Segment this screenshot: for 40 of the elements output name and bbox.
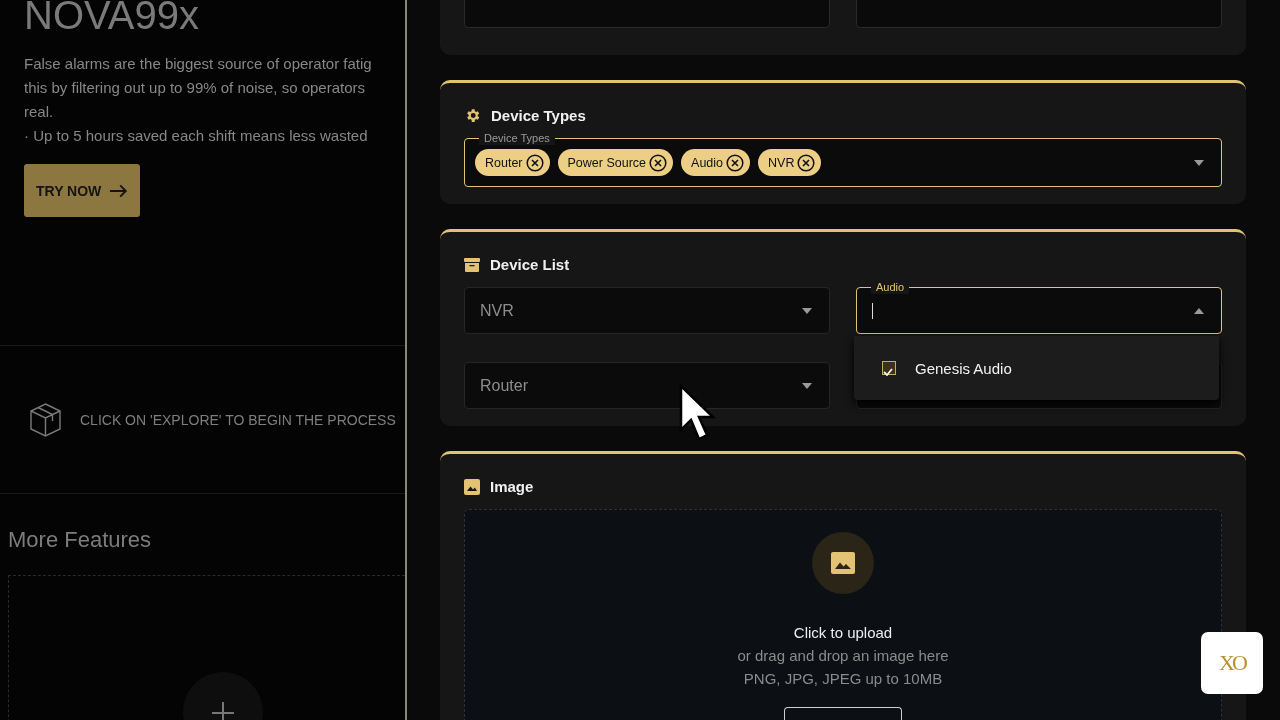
mouse-pointer-icon [679, 384, 717, 442]
image-icon [464, 478, 480, 495]
product-title: NOVA99x [24, 0, 199, 38]
description: False alarms are the biggest source of operator fatig this by filtering out up to 99% of noise, so operators real. · Up to 5 hours saved each shift means less wasted [24, 54, 372, 146]
remove-icon[interactable] [525, 153, 544, 172]
remove-icon[interactable] [649, 153, 668, 172]
plus-icon [212, 702, 234, 720]
image-icon [831, 552, 855, 574]
card-title: Device List [490, 256, 570, 273]
upload-title: Click to upload [793, 624, 893, 641]
caret-icon [1194, 307, 1204, 314]
gear-icon [464, 107, 481, 124]
arrow-icon [109, 183, 128, 198]
chip-label: Audio [691, 155, 724, 170]
chip-label: Router [485, 155, 523, 170]
device-select[interactable]: Router [464, 362, 830, 409]
option-label[interactable]: Genesis Audio [915, 359, 1012, 377]
section-heading: More Features [8, 527, 152, 553]
form-field[interactable] [464, 0, 830, 28]
field-label: Audio [871, 280, 910, 294]
caret-icon [802, 382, 812, 389]
device-select[interactable]: NVR [464, 287, 830, 334]
upload-hint: or drag and drop an image here [737, 647, 949, 664]
caret-icon [802, 307, 812, 314]
card-title: Image [490, 478, 534, 495]
hint-text: CLICK ON 'EXPLORE' TO BEGIN THE PROCESS [80, 411, 396, 428]
chip-label: Power Source [567, 155, 647, 170]
caret-icon [1194, 159, 1204, 166]
chip-label: NVR [768, 155, 795, 170]
try-now-button[interactable]: TRY NOW [24, 164, 140, 217]
remove-icon[interactable] [797, 153, 816, 172]
checkbox[interactable] [882, 361, 896, 375]
remove-icon[interactable] [726, 153, 745, 172]
upload-formats: PNG, JPG, JPEG up to 10MB [743, 670, 943, 687]
text-cursor [872, 302, 873, 319]
form-field[interactable] [856, 0, 1222, 28]
archive-icon [464, 256, 480, 273]
box-icon [29, 401, 62, 438]
card-title: Device Types [491, 107, 586, 124]
field-label: Device Types [479, 131, 555, 145]
